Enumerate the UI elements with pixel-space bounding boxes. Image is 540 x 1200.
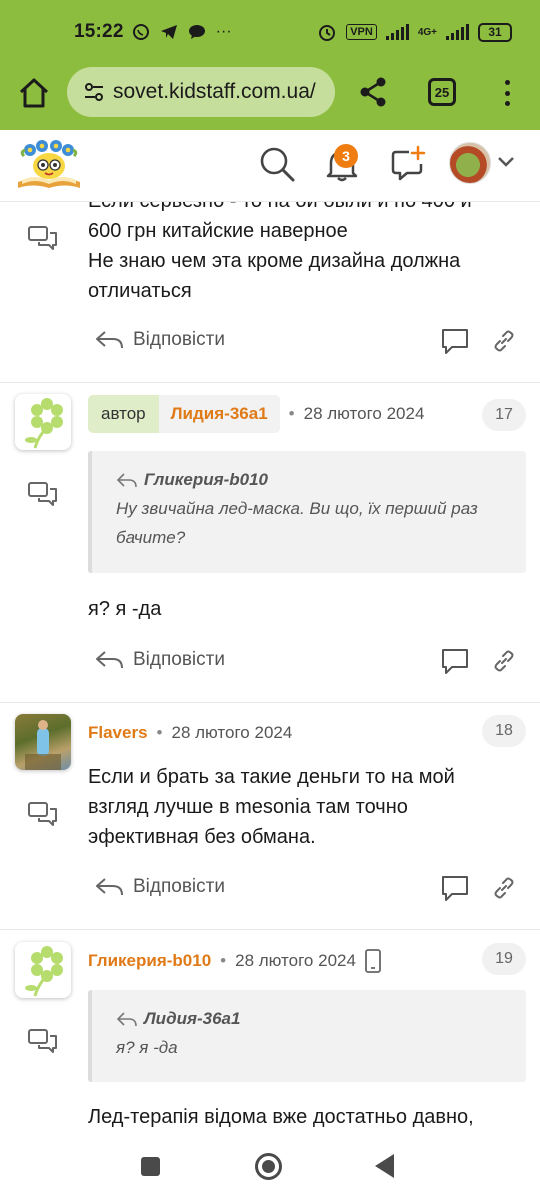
chat-bubbles-icon	[28, 1029, 57, 1053]
quote-block: Лидия-36а1 я? я -да	[88, 990, 526, 1082]
status-bar: 15:22 ··· VPN 4G+ 31	[0, 0, 540, 64]
home-icon[interactable]	[17, 76, 51, 110]
daisy-avatar-icon	[25, 946, 63, 997]
username[interactable]: Flavers	[88, 723, 148, 743]
alarm-icon	[319, 25, 336, 41]
chat-bubbles-icon	[28, 802, 57, 826]
quote-author: Лидия-36а1	[116, 1004, 506, 1033]
post-number[interactable]: 17	[482, 399, 526, 431]
username[interactable]: Гликерия-b010	[88, 951, 211, 971]
comment-icon[interactable]	[440, 874, 470, 902]
post-text: я? я -да	[88, 598, 162, 620]
home-button[interactable]	[255, 1153, 282, 1180]
status-notification-icons: ···	[132, 23, 232, 41]
separator: •	[220, 951, 227, 970]
separator: •	[156, 723, 163, 742]
author-label: автор	[88, 395, 159, 433]
reply-button[interactable]: Відповісти	[95, 648, 225, 672]
post-meta: Гликерия-b010 • 28 лютого 2024	[88, 942, 382, 980]
separator: •	[288, 404, 295, 423]
author-chip: автор Лидия-36а1	[88, 395, 280, 433]
post-date: 28 лютого 2024	[171, 723, 293, 742]
photo-avatar-icon	[25, 720, 61, 770]
tune-icon[interactable]	[83, 81, 105, 103]
post-text: Если и брать за такие деньги то на мой в…	[88, 766, 455, 848]
post-text: Если серьезно - то на ой были и по 400 и…	[88, 202, 472, 302]
vpn-indicator: VPN	[346, 24, 377, 40]
post-actions: Відповісти	[95, 325, 520, 359]
daisy-avatar-icon	[25, 398, 63, 449]
reply-icon	[96, 878, 123, 896]
tabs-icon[interactable]: 25	[428, 78, 456, 106]
url-bar[interactable]: sovet.kidstaff.com.ua/	[67, 67, 335, 117]
post-actions: Відповісти	[95, 872, 520, 906]
status-time: 15:22	[74, 21, 124, 42]
battery-indicator: 31	[478, 22, 512, 42]
post-date: 28 лютого 2024	[303, 404, 425, 423]
url-text: sovet.kidstaff.com.ua/	[113, 80, 316, 103]
link-icon[interactable]	[492, 329, 516, 353]
reply-button[interactable]: Відповісти	[95, 328, 225, 352]
comment-icon[interactable]	[440, 327, 470, 355]
chat-bubbles-icon	[28, 482, 57, 506]
notification-badge: 3	[334, 144, 358, 168]
quote-block: Гликерия-b010 Ну звичайна лед-маска. Ви …	[88, 451, 526, 573]
post-date: 28 лютого 2024	[235, 951, 356, 970]
post-text: Лед-терапія відома вже достатньо давно,	[88, 1106, 474, 1128]
signal-icon-2	[446, 24, 469, 40]
browser-chrome: 15:22 ··· VPN 4G+ 31 sovet.kidstaff.com.…	[0, 0, 540, 130]
telegram-icon	[160, 25, 177, 39]
link-icon[interactable]	[492, 649, 516, 673]
divider	[0, 929, 540, 930]
divider	[0, 702, 540, 703]
comment-feed: Если серьезно - то на ой были и по 400 и…	[0, 202, 540, 1132]
avatar[interactable]	[15, 714, 71, 770]
post-meta: автор Лидия-36а1 • 28 лютого 2024	[88, 395, 424, 433]
avatar[interactable]	[15, 942, 71, 998]
network-type: 4G+	[417, 26, 437, 38]
reply-button[interactable]: Відповісти	[95, 875, 225, 899]
whatsapp-icon	[132, 24, 149, 40]
back-button[interactable]	[375, 1154, 394, 1178]
reply-icon	[116, 1011, 137, 1026]
system-nav-bar	[0, 1132, 540, 1200]
post-meta: Flavers • 28 лютого 2024	[88, 714, 292, 752]
chat-bubbles-icon	[28, 226, 57, 250]
browser-toolbar: sovet.kidstaff.com.ua/ 25	[0, 64, 540, 130]
quote-author: Гликерия-b010	[116, 465, 506, 494]
share-icon[interactable]	[356, 75, 390, 109]
reply-icon	[96, 331, 123, 349]
username[interactable]: Лидия-36а1	[158, 395, 280, 433]
chat-app-icon	[188, 25, 205, 39]
reply-icon	[96, 651, 123, 669]
user-avatar[interactable]	[449, 142, 491, 184]
divider	[0, 382, 540, 383]
status-system-icons: VPN 4G+ 31	[317, 22, 512, 42]
chevron-down-icon[interactable]	[497, 156, 515, 168]
signal-icon	[385, 24, 409, 40]
post-number[interactable]: 18	[482, 715, 526, 747]
comment-icon[interactable]	[440, 647, 470, 675]
phone-icon	[365, 949, 381, 973]
new-post-icon[interactable]	[388, 144, 428, 184]
reply-icon	[116, 472, 137, 487]
menu-icon[interactable]	[495, 76, 519, 110]
search-icon[interactable]	[257, 144, 297, 184]
recents-button[interactable]	[141, 1157, 160, 1176]
site-logo[interactable]	[16, 138, 82, 192]
more-notifications-icon: ···	[215, 23, 232, 40]
post-number[interactable]: 19	[482, 943, 526, 975]
link-icon[interactable]	[492, 876, 516, 900]
post-actions: Відповісти	[95, 645, 520, 679]
avatar[interactable]	[15, 394, 71, 450]
